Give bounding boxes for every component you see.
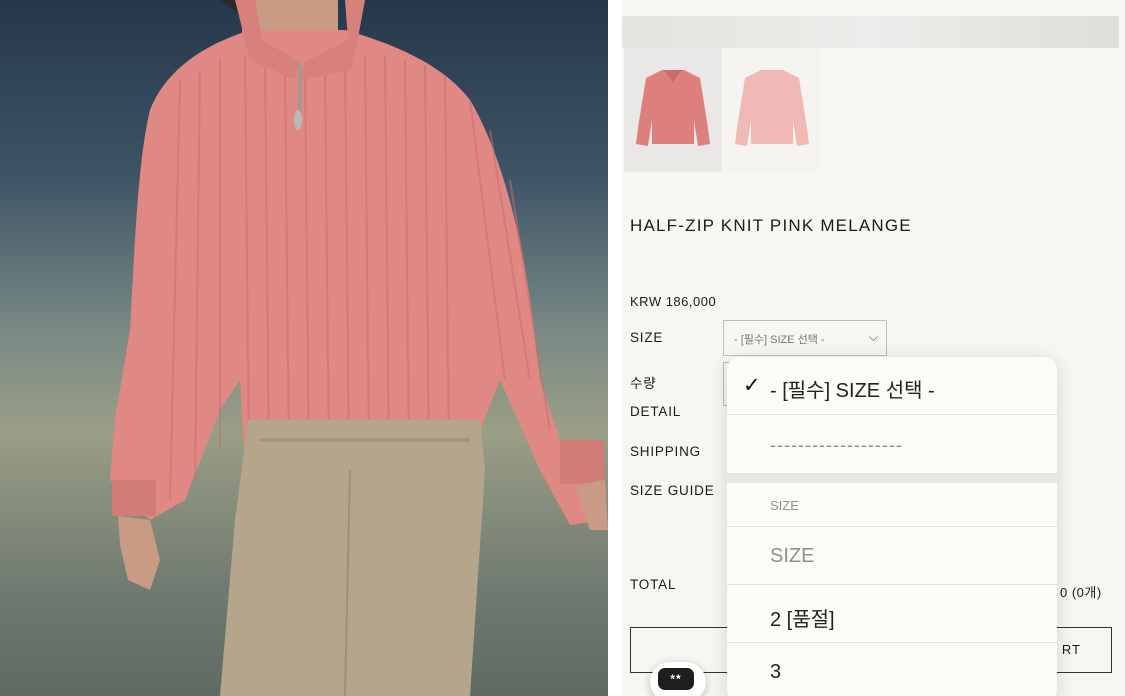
total-value: 0 (0개) <box>1060 585 1102 600</box>
cart-button-label: RT <box>1061 642 1081 657</box>
quantity-label: 수량 <box>630 376 657 391</box>
product-title: HALF-ZIP KNIT PINK MELANGE <box>630 216 912 235</box>
size-guide-link[interactable]: SIZE GUIDE <box>630 483 715 498</box>
checkmark-icon: ✓ <box>743 374 761 397</box>
option-label: SIZE <box>770 545 815 567</box>
total-label: TOTAL <box>630 577 677 592</box>
option-label: ------------------- <box>770 435 903 455</box>
dropdown-option-size[interactable]: SIZE <box>727 527 1057 585</box>
sweater-pink-icon <box>636 70 710 146</box>
image-divider <box>608 0 622 696</box>
dropdown-group-header: SIZE <box>727 483 1057 527</box>
shipping-link[interactable]: SHIPPING <box>630 444 701 459</box>
detail-link[interactable]: DETAIL <box>630 404 681 419</box>
group-label: SIZE <box>770 498 799 513</box>
size-select-value: - [필수] SIZE 선택 - <box>734 334 825 346</box>
size-select[interactable]: - [필수] SIZE 선택 - ⌵ <box>723 320 887 356</box>
product-price: KRW 186,000 <box>630 294 717 309</box>
dropdown-option-3[interactable]: 3 <box>727 643 1057 696</box>
option-label: 3 <box>770 661 782 683</box>
thumbnail-light-pink[interactable] <box>723 48 821 172</box>
thumbnail-pink[interactable] <box>624 48 722 172</box>
dropdown-option-2-soldout[interactable]: 2 [품절] <box>727 585 1057 643</box>
size-label: SIZE <box>630 330 664 345</box>
product-photo <box>0 0 608 696</box>
model-illustration <box>110 0 608 696</box>
dropdown-option-required[interactable]: ✓ - [필수] SIZE 선택 - <box>727 357 1057 415</box>
chevron-down-icon: ⌵ <box>868 330 878 344</box>
option-label: 2 [품절] <box>770 609 835 631</box>
size-dropdown-menu: ✓ - [필수] SIZE 선택 - ------------------- S… <box>727 357 1057 696</box>
dropdown-group-divider <box>727 473 1057 483</box>
chat-button[interactable]: ** <box>650 662 706 696</box>
dropdown-option-separator[interactable]: ------------------- <box>727 415 1057 473</box>
sweater-light-pink-icon <box>735 70 809 146</box>
top-image-strip <box>622 16 1119 48</box>
chat-bubble-icon: ** <box>658 668 694 690</box>
option-label: - [필수] SIZE 선택 - <box>770 380 935 402</box>
